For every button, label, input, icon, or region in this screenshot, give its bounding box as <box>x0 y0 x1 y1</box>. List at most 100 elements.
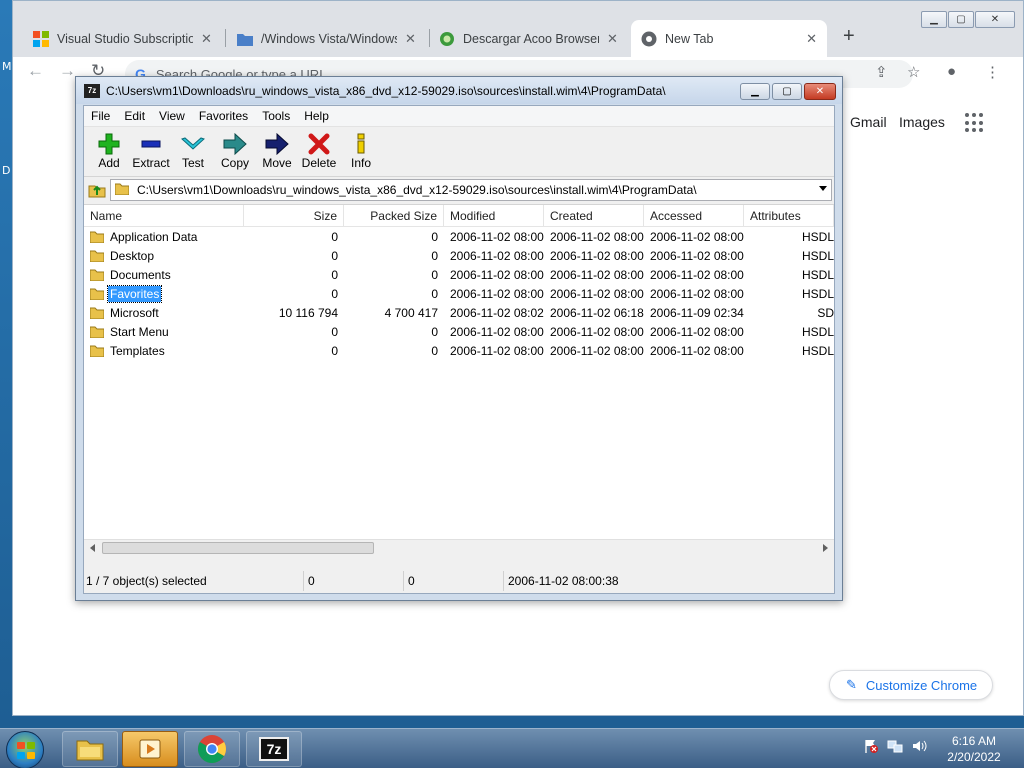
table-row[interactable]: Start Menu 0 0 2006-11-02 08:00 2006-11-02 0… <box>84 322 834 341</box>
menu-tools[interactable]: Tools <box>255 109 297 123</box>
images-link[interactable]: Images <box>899 114 945 130</box>
media-player-icon <box>139 739 161 759</box>
cell-modified: 2006-11-02 08:00 <box>450 324 544 339</box>
toolbar: Add Extract Test Copy Move Delete Info <box>84 127 834 177</box>
start-button[interactable] <box>6 731 44 768</box>
network-icon[interactable] <box>886 737 904 755</box>
customize-chrome-button[interactable]: ✎ Customize Chrome <box>829 670 993 700</box>
close-tab-icon[interactable]: ✕ <box>607 31 618 47</box>
forward-icon[interactable]: → <box>59 61 76 81</box>
column-header-attributes[interactable]: Attributes <box>744 205 834 226</box>
explorer-icon <box>76 740 104 761</box>
share-icon[interactable]: ⇪ <box>875 63 888 81</box>
folder-icon <box>89 250 105 262</box>
volume-icon[interactable] <box>910 737 928 755</box>
column-header-modified[interactable]: Modified <box>444 205 544 226</box>
cell-modified: 2006-11-02 08:00 <box>450 343 544 358</box>
add-icon <box>98 132 120 156</box>
tab-title: New Tab <box>665 31 714 46</box>
scrollbar-thumb[interactable] <box>102 542 374 554</box>
taskbar-7zip[interactable]: 7z <box>246 731 302 767</box>
menu-view[interactable]: View <box>152 109 192 123</box>
extract-button[interactable]: Extract <box>130 127 172 176</box>
7zip-titlebar[interactable]: 7z C:\Users\vm1\Downloads\ru_windows_vis… <box>76 77 842 104</box>
tab-visual-studio[interactable]: Visual Studio Subscriptions ✕ <box>23 20 222 57</box>
add-label: Add <box>98 156 120 170</box>
taskbar-chrome[interactable] <box>184 731 240 767</box>
move-icon <box>265 132 289 156</box>
cell-accessed: 2006-11-02 08:00 <box>650 343 744 358</box>
tab-windows-vista[interactable]: /Windows Vista/Windows ✕ <box>227 20 426 57</box>
table-row[interactable]: Microsoft 10 116 794 4 700 417 2006-11-02 0… <box>84 303 834 322</box>
table-row[interactable]: Templates 0 0 2006-11-02 08:00 2006-11-02 08… <box>84 341 834 360</box>
address-combobox[interactable]: C:\Users\vm1\Downloads\ru_windows_vista_… <box>110 179 832 201</box>
menu-help[interactable]: Help <box>297 109 336 123</box>
google-apps-icon[interactable] <box>965 113 985 133</box>
taskbar-media-player[interactable] <box>122 731 178 767</box>
column-header-created[interactable]: Created <box>544 205 644 226</box>
file-list: Name Size Packed Size Modified Created A… <box>84 204 834 556</box>
chrome-tabstrip: Visual Studio Subscriptions ✕ /Windows V… <box>13 1 1023 57</box>
column-header-size[interactable]: Size <box>244 205 344 226</box>
table-row[interactable]: Documents 0 0 2006-11-02 08:00 2006-11-02 08… <box>84 265 834 284</box>
status-size: 0 <box>304 571 404 591</box>
gmail-link[interactable]: Gmail <box>850 114 887 130</box>
status-bar: 1 / 7 object(s) selected 0 0 2006-11-02 … <box>84 569 834 593</box>
maximize-button[interactable]: ▢ <box>948 11 974 28</box>
delete-button[interactable]: Delete <box>298 127 340 176</box>
status-packed: 0 <box>404 571 504 591</box>
horizontal-scrollbar[interactable] <box>84 539 834 556</box>
folder-icon <box>89 326 105 338</box>
bookmark-star-icon[interactable]: ☆ <box>907 63 920 81</box>
close-tab-icon[interactable]: ✕ <box>201 31 212 47</box>
dropdown-arrow-icon[interactable] <box>819 186 827 191</box>
tab-new-tab[interactable]: New Tab ✕ <box>631 20 827 57</box>
close-tab-icon[interactable]: ✕ <box>405 31 416 47</box>
cell-size: 10 116 794 <box>278 305 338 320</box>
7zip-window-controls: ▁ ▢ ✕ <box>740 83 836 100</box>
up-folder-icon <box>88 185 106 198</box>
cell-name: Documents <box>84 265 244 284</box>
chrome-icon <box>197 735 226 764</box>
maximize-button[interactable]: ▢ <box>772 83 802 100</box>
menu-edit[interactable]: Edit <box>117 109 152 123</box>
new-tab-button[interactable]: + <box>843 25 855 48</box>
action-center-flag-icon[interactable] <box>862 737 880 755</box>
column-header-packed-size[interactable]: Packed Size <box>344 205 444 226</box>
test-button[interactable]: Test <box>172 127 214 176</box>
move-button[interactable]: Move <box>256 127 298 176</box>
menu-favorites[interactable]: Favorites <box>192 109 255 123</box>
minimize-button[interactable]: ▁ <box>740 83 770 100</box>
cell-created: 2006-11-02 08:00 <box>550 267 644 282</box>
system-clock[interactable]: 6:16 AM 2/20/2022 <box>935 733 1013 765</box>
file-name: Templates <box>110 343 165 358</box>
cell-size: 0 <box>331 324 338 339</box>
tab-title: Visual Studio Subscriptions <box>57 31 193 46</box>
up-folder-button[interactable] <box>84 179 110 201</box>
back-icon[interactable]: ← <box>27 61 44 81</box>
close-button[interactable]: ✕ <box>975 11 1015 28</box>
info-icon <box>353 132 369 156</box>
column-header-name[interactable]: Name <box>84 205 244 226</box>
table-row[interactable]: Desktop 0 0 2006-11-02 08:00 2006-11-02 08:0… <box>84 246 834 265</box>
close-tab-icon[interactable]: ✕ <box>806 31 817 47</box>
profile-icon[interactable]: ● <box>947 63 956 80</box>
cell-accessed: 2006-11-02 08:00 <box>650 324 744 339</box>
cell-modified: 2006-11-02 08:00 <box>450 267 544 282</box>
menu-kebab-icon[interactable]: ⋮ <box>985 63 1000 81</box>
table-row[interactable]: Favorites 0 0 2006-11-02 08:00 2006-11-02 08… <box>84 284 834 303</box>
table-row[interactable]: Application Data 0 0 2006-11-02 08:00 2006-1… <box>84 227 834 246</box>
scroll-left-icon[interactable] <box>90 544 95 552</box>
menu-file[interactable]: File <box>84 109 117 123</box>
add-button[interactable]: Add <box>88 127 130 176</box>
close-button[interactable]: ✕ <box>804 83 836 100</box>
folder-icon <box>89 288 105 300</box>
copy-button[interactable]: Copy <box>214 127 256 176</box>
scroll-right-icon[interactable] <box>823 544 828 552</box>
column-header-accessed[interactable]: Accessed <box>644 205 744 226</box>
minimize-button[interactable]: ▁ <box>921 11 947 28</box>
cell-packed-size: 0 <box>431 229 438 244</box>
taskbar-explorer[interactable] <box>62 731 118 767</box>
tab-acoo-browser[interactable]: Descargar Acoo Browser gratis ✕ <box>429 20 628 57</box>
info-button[interactable]: Info <box>340 127 382 176</box>
